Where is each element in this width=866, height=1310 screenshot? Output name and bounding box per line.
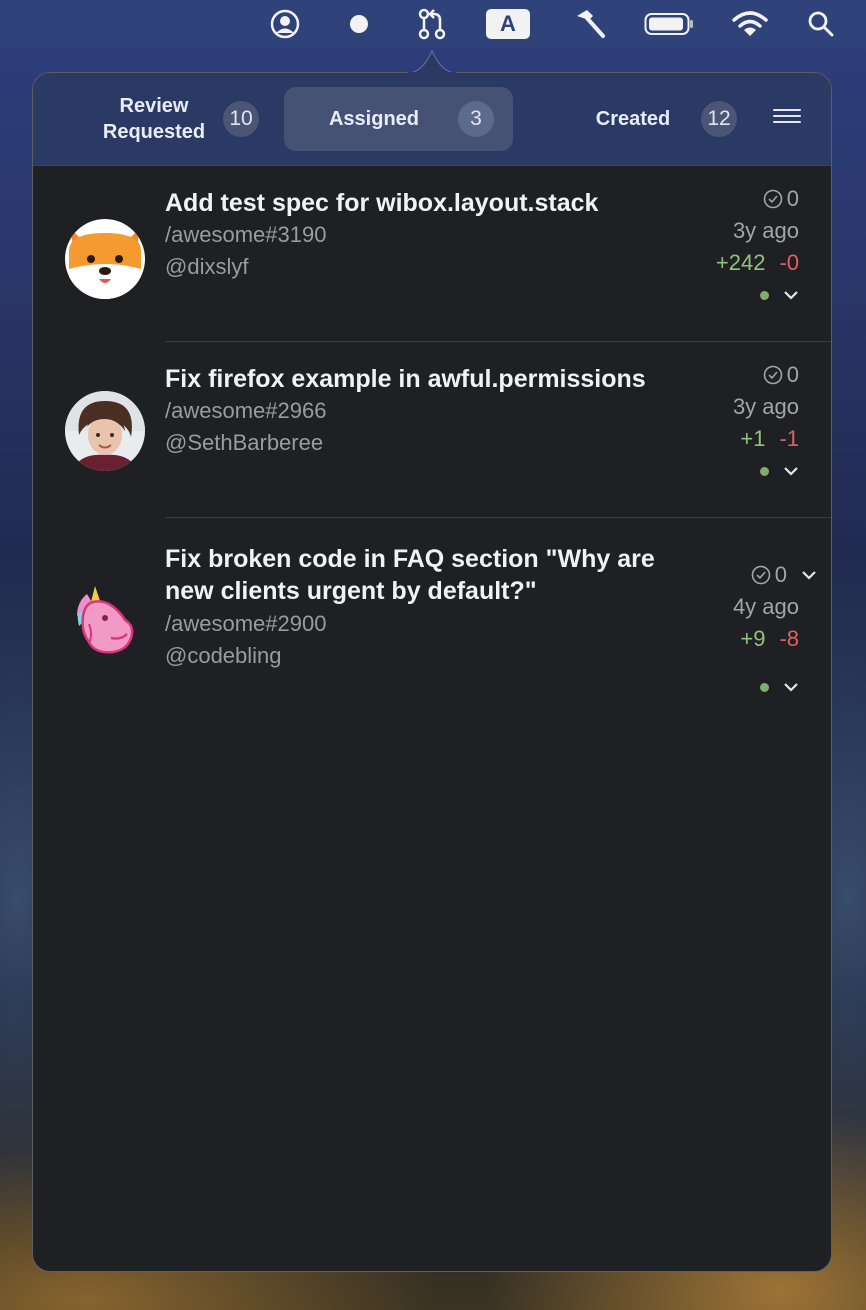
chevron-down-icon[interactable] <box>801 570 817 580</box>
tab-count-badge: 10 <box>223 101 259 137</box>
pull-request-row[interactable]: Add test spec for wibox.layout.stack /aw… <box>33 165 831 341</box>
checks-status: 0 <box>733 359 799 391</box>
checks-count: 0 <box>774 562 787 587</box>
tab-bar: Review Requested 10 Assigned 3 Created 1… <box>33 73 831 166</box>
pr-age: 3y ago <box>732 218 799 243</box>
checks-count: 0 <box>786 362 799 387</box>
chevron-down-icon[interactable] <box>783 682 799 692</box>
tab-count-badge: 3 <box>458 101 494 137</box>
pull-requests-popover: Review Requested 10 Assigned 3 Created 1… <box>32 72 832 1272</box>
pull-request-icon[interactable] <box>416 8 448 39</box>
check-circle-icon <box>763 365 783 385</box>
tab-label: Assigned <box>328 108 420 130</box>
tab-count-badge: 12 <box>701 101 737 137</box>
status-dot-icon <box>760 466 769 476</box>
input-source-icon[interactable]: A <box>486 8 530 39</box>
additions-count: +9 <box>740 626 766 651</box>
additions-count: +242 <box>715 250 766 275</box>
tab-review-requested[interactable]: Review Requested 10 <box>99 87 269 151</box>
pr-repo-number: /awesome#2900 <box>165 611 327 636</box>
check-circle-icon <box>751 565 771 585</box>
pr-age: 3y ago <box>732 394 799 419</box>
search-icon[interactable] <box>806 8 836 39</box>
checks-status: 0 <box>733 559 816 591</box>
pr-age: 4y ago <box>732 594 799 619</box>
dot-icon[interactable] <box>348 8 370 39</box>
pr-title[interactable]: Add test spec for wibox.layout.stack <box>165 187 665 219</box>
pr-meta: 0 3y ago +242 -0 <box>716 183 799 311</box>
pr-repo-number: /awesome#2966 <box>165 398 327 423</box>
pr-title[interactable]: Fix broken code in FAQ section "Why are … <box>165 543 705 607</box>
diff-stats: +1 -1 <box>733 423 799 455</box>
pull-request-row[interactable]: Fix firefox example in awful.permissions… <box>33 342 831 517</box>
tab-label: Created <box>595 108 671 130</box>
check-circle-icon <box>763 189 783 209</box>
pr-repo-number: /awesome#3190 <box>165 222 327 247</box>
deletions-count: -8 <box>779 626 799 651</box>
popover-arrow <box>408 50 456 74</box>
tab-created[interactable]: Created 12 <box>583 87 743 151</box>
chevron-down-icon[interactable] <box>783 290 799 300</box>
pull-request-row[interactable]: Fix broken code in FAQ section "Why are … <box>33 518 831 738</box>
photo-avatar <box>65 391 145 471</box>
pr-author: @SethBarberee <box>165 430 324 455</box>
hamburger-menu-icon[interactable] <box>773 109 801 129</box>
unicorn-avatar <box>65 580 145 660</box>
deletions-count: -0 <box>779 250 799 275</box>
deletions-count: -1 <box>779 426 799 451</box>
tab-assigned[interactable]: Assigned 3 <box>284 87 513 151</box>
checks-status: 0 <box>716 183 799 215</box>
input-source-label: A <box>486 8 530 39</box>
tab-label: Review Requested <box>102 95 206 143</box>
pr-title[interactable]: Fix firefox example in awful.permissions <box>165 363 695 395</box>
menu-bar: A <box>0 0 866 47</box>
user-circle-icon[interactable] <box>268 8 302 39</box>
checks-count: 0 <box>786 186 799 211</box>
diff-stats: +242 -0 <box>716 247 799 279</box>
status-dot-icon <box>760 290 769 300</box>
wifi-icon[interactable] <box>732 8 768 39</box>
status-dot-icon <box>760 682 769 692</box>
diff-stats: +9 -8 <box>733 623 799 655</box>
pr-author: @codebling <box>165 643 282 668</box>
pr-author: @dixslyf <box>165 254 249 279</box>
pr-meta: 0 3y ago +1 -1 <box>733 359 799 487</box>
shiba-avatar <box>65 219 145 299</box>
hammer-icon[interactable] <box>572 8 608 39</box>
chevron-down-icon[interactable] <box>783 466 799 476</box>
pr-meta: 0 4y ago +9 -8 <box>732 559 816 703</box>
additions-count: +1 <box>740 426 766 451</box>
battery-icon[interactable] <box>644 8 696 39</box>
